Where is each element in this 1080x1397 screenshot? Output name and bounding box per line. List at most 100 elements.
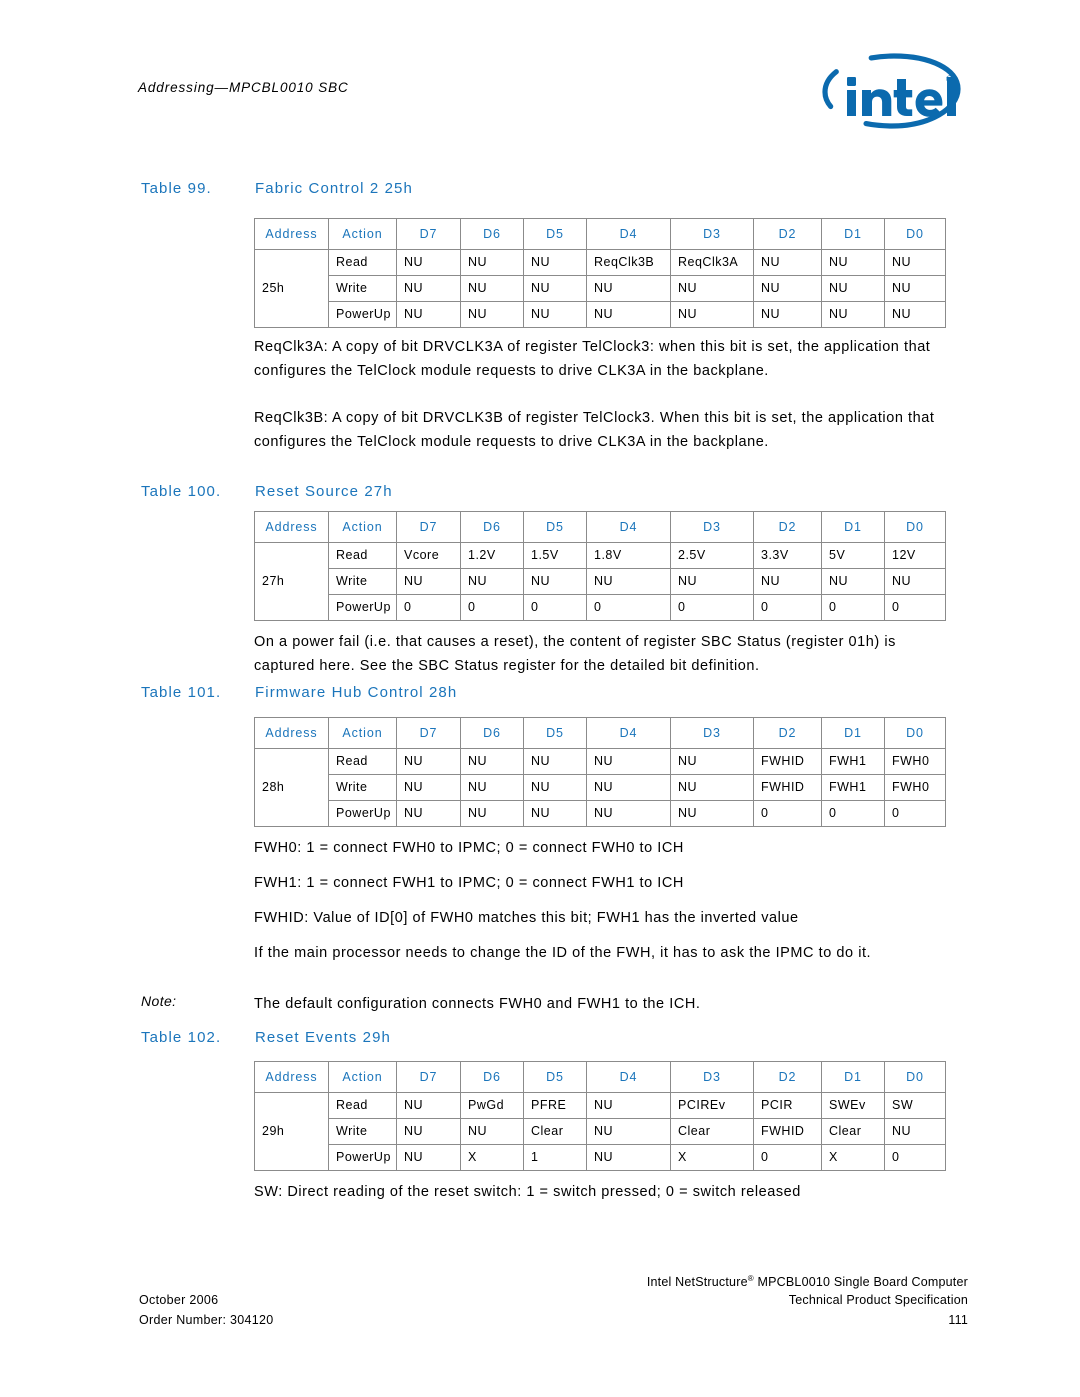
- intel-logo: ®: [812, 52, 968, 132]
- footer-product-suffix: MPCBL0010 Single Board Computer: [753, 1275, 968, 1290]
- bit-cell-d0: FWH0: [884, 774, 946, 801]
- col-action: Action: [328, 511, 397, 543]
- bit-cell-d2: 0: [753, 800, 822, 827]
- table-99: Address Action D7 D6 D5 D4 D3 D2 D1 D0 2…: [254, 218, 946, 328]
- table-row: PowerUp 0 0 0 0 0 0 0 0: [255, 594, 946, 621]
- bit-cell-d0: NU: [884, 301, 946, 328]
- col-d4: D4: [586, 717, 671, 749]
- action-cell: PowerUp: [328, 800, 397, 827]
- col-d0: D0: [884, 218, 946, 250]
- table-row: Write NU NU Clear NU Clear FWHID Clear N…: [255, 1118, 946, 1145]
- table-100: Address Action D7 D6 D5 D4 D3 D2 D1 D0 2…: [254, 511, 946, 621]
- bit-cell-d7: NU: [396, 1092, 461, 1119]
- bit-cell-d1: 5V: [821, 542, 885, 569]
- col-d2: D2: [753, 717, 822, 749]
- bit-cell-d2: FWHID: [753, 774, 822, 801]
- bit-cell-d2: NU: [753, 301, 822, 328]
- col-d0: D0: [884, 1061, 946, 1093]
- table-100-header-row: Address Action D7 D6 D5 D4 D3 D2 D1 D0: [254, 511, 946, 543]
- action-cell: Read: [328, 1092, 397, 1119]
- bit-cell-d4: NU: [586, 774, 671, 801]
- bit-cell-d6: PwGd: [460, 1092, 524, 1119]
- table-101-header-row: Address Action D7 D6 D5 D4 D3 D2 D1 D0: [254, 717, 946, 749]
- bit-cell-d3: NU: [670, 568, 754, 595]
- footer-product-line2: Technical Product Specification: [788, 1293, 968, 1307]
- col-d1: D1: [821, 511, 885, 543]
- bit-cell-d7: NU: [396, 774, 461, 801]
- address-cell: 28h: [254, 748, 329, 827]
- footer-page-number: 111: [948, 1313, 968, 1327]
- table-101-caption: Table 101. Firmware Hub Control 28h: [141, 684, 961, 701]
- col-d7: D7: [396, 511, 461, 543]
- bit-cell-d3: 0: [670, 594, 754, 621]
- table-102-title: Reset Events 29h: [255, 1029, 392, 1046]
- table-100-number: Table 100.: [141, 483, 222, 500]
- bit-cell-d5: PFRE: [523, 1092, 587, 1119]
- bit-cell-d0: NU: [884, 249, 946, 276]
- bit-cell-d6: 1.2V: [460, 542, 524, 569]
- col-d7: D7: [396, 218, 461, 250]
- bit-cell-d0: 0: [884, 1144, 946, 1171]
- bit-cell-d0: 12V: [884, 542, 946, 569]
- bit-cell-d0: FWH0: [884, 748, 946, 775]
- bit-cell-d4: 1.8V: [586, 542, 671, 569]
- bit-cell-d6: NU: [460, 774, 524, 801]
- bit-cell-d1: Clear: [821, 1118, 885, 1145]
- action-cell: PowerUp: [328, 594, 397, 621]
- bit-cell-d7: NU: [396, 1144, 461, 1171]
- bit-cell-d3: ReqClk3A: [670, 249, 754, 276]
- bit-cell-d1: NU: [821, 275, 885, 302]
- bit-cell-d1: NU: [821, 249, 885, 276]
- table-row: Write NU NU NU NU NU NU NU NU: [255, 275, 946, 302]
- bit-cell-d6: X: [460, 1144, 524, 1171]
- table-99-title: Fabric Control 2 25h: [255, 180, 413, 197]
- col-action: Action: [328, 218, 397, 250]
- bit-cell-d5: Clear: [523, 1118, 587, 1145]
- table-99-header-row: Address Action D7 D6 D5 D4 D3 D2 D1 D0: [254, 218, 946, 250]
- bit-cell-d7: NU: [396, 1118, 461, 1145]
- table-100-title: Reset Source 27h: [255, 483, 393, 500]
- paragraph-reqclk3a: ReqClk3A: A copy of bit DRVCLK3A of regi…: [254, 339, 931, 379]
- table-row: Write NU NU NU NU NU NU NU NU: [255, 568, 946, 595]
- bit-cell-d0: NU: [884, 1118, 946, 1145]
- bit-cell-d1: FWH1: [821, 748, 885, 775]
- bit-cell-d3: Clear: [670, 1118, 754, 1145]
- bit-cell-d3: X: [670, 1144, 754, 1171]
- col-d5: D5: [523, 218, 587, 250]
- col-d6: D6: [460, 218, 524, 250]
- bit-cell-d6: NU: [460, 568, 524, 595]
- table-102-header-row: Address Action D7 D6 D5 D4 D3 D2 D1 D0: [254, 1061, 946, 1093]
- table-102-number: Table 102.: [141, 1029, 222, 1046]
- table-101: Address Action D7 D6 D5 D4 D3 D2 D1 D0 2…: [254, 717, 946, 827]
- bit-cell-d2: PCIR: [753, 1092, 822, 1119]
- col-d0: D0: [884, 511, 946, 543]
- table-row: 29h Read NU PwGd PFRE NU PCIREv PCIR SWE…: [254, 1092, 946, 1171]
- col-address: Address: [254, 218, 329, 250]
- bit-cell-d7: Vcore: [396, 542, 461, 569]
- bit-cell-d5: 0: [523, 594, 587, 621]
- table-102: Address Action D7 D6 D5 D4 D3 D2 D1 D0 2…: [254, 1061, 946, 1171]
- bit-cell-d6: NU: [460, 275, 524, 302]
- col-action: Action: [328, 1061, 397, 1093]
- bit-cell-d1: 0: [821, 800, 885, 827]
- bit-cell-d5: NU: [523, 275, 587, 302]
- col-d3: D3: [670, 717, 754, 749]
- bit-cell-d4: NU: [586, 800, 671, 827]
- col-address: Address: [254, 511, 329, 543]
- bit-cell-d4: 0: [586, 594, 671, 621]
- table-102-caption: Table 102. Reset Events 29h: [141, 1029, 961, 1046]
- bit-cell-d5: NU: [523, 774, 587, 801]
- note-text: The default configuration connects FWH0 …: [254, 996, 701, 1012]
- bit-cell-d4: NU: [586, 568, 671, 595]
- col-d6: D6: [460, 1061, 524, 1093]
- bit-cell-d3: NU: [670, 748, 754, 775]
- bit-cell-d6: NU: [460, 301, 524, 328]
- footer-product-name: Intel NetStructure: [646, 1275, 748, 1290]
- bit-cell-d2: NU: [753, 249, 822, 276]
- action-cell: Read: [328, 542, 397, 569]
- table-100-caption: Table 100. Reset Source 27h: [141, 483, 961, 500]
- col-d0: D0: [884, 717, 946, 749]
- address-cell: 29h: [254, 1092, 329, 1171]
- bit-cell-d5: 1.5V: [523, 542, 587, 569]
- bit-cell-d0: 0: [884, 800, 946, 827]
